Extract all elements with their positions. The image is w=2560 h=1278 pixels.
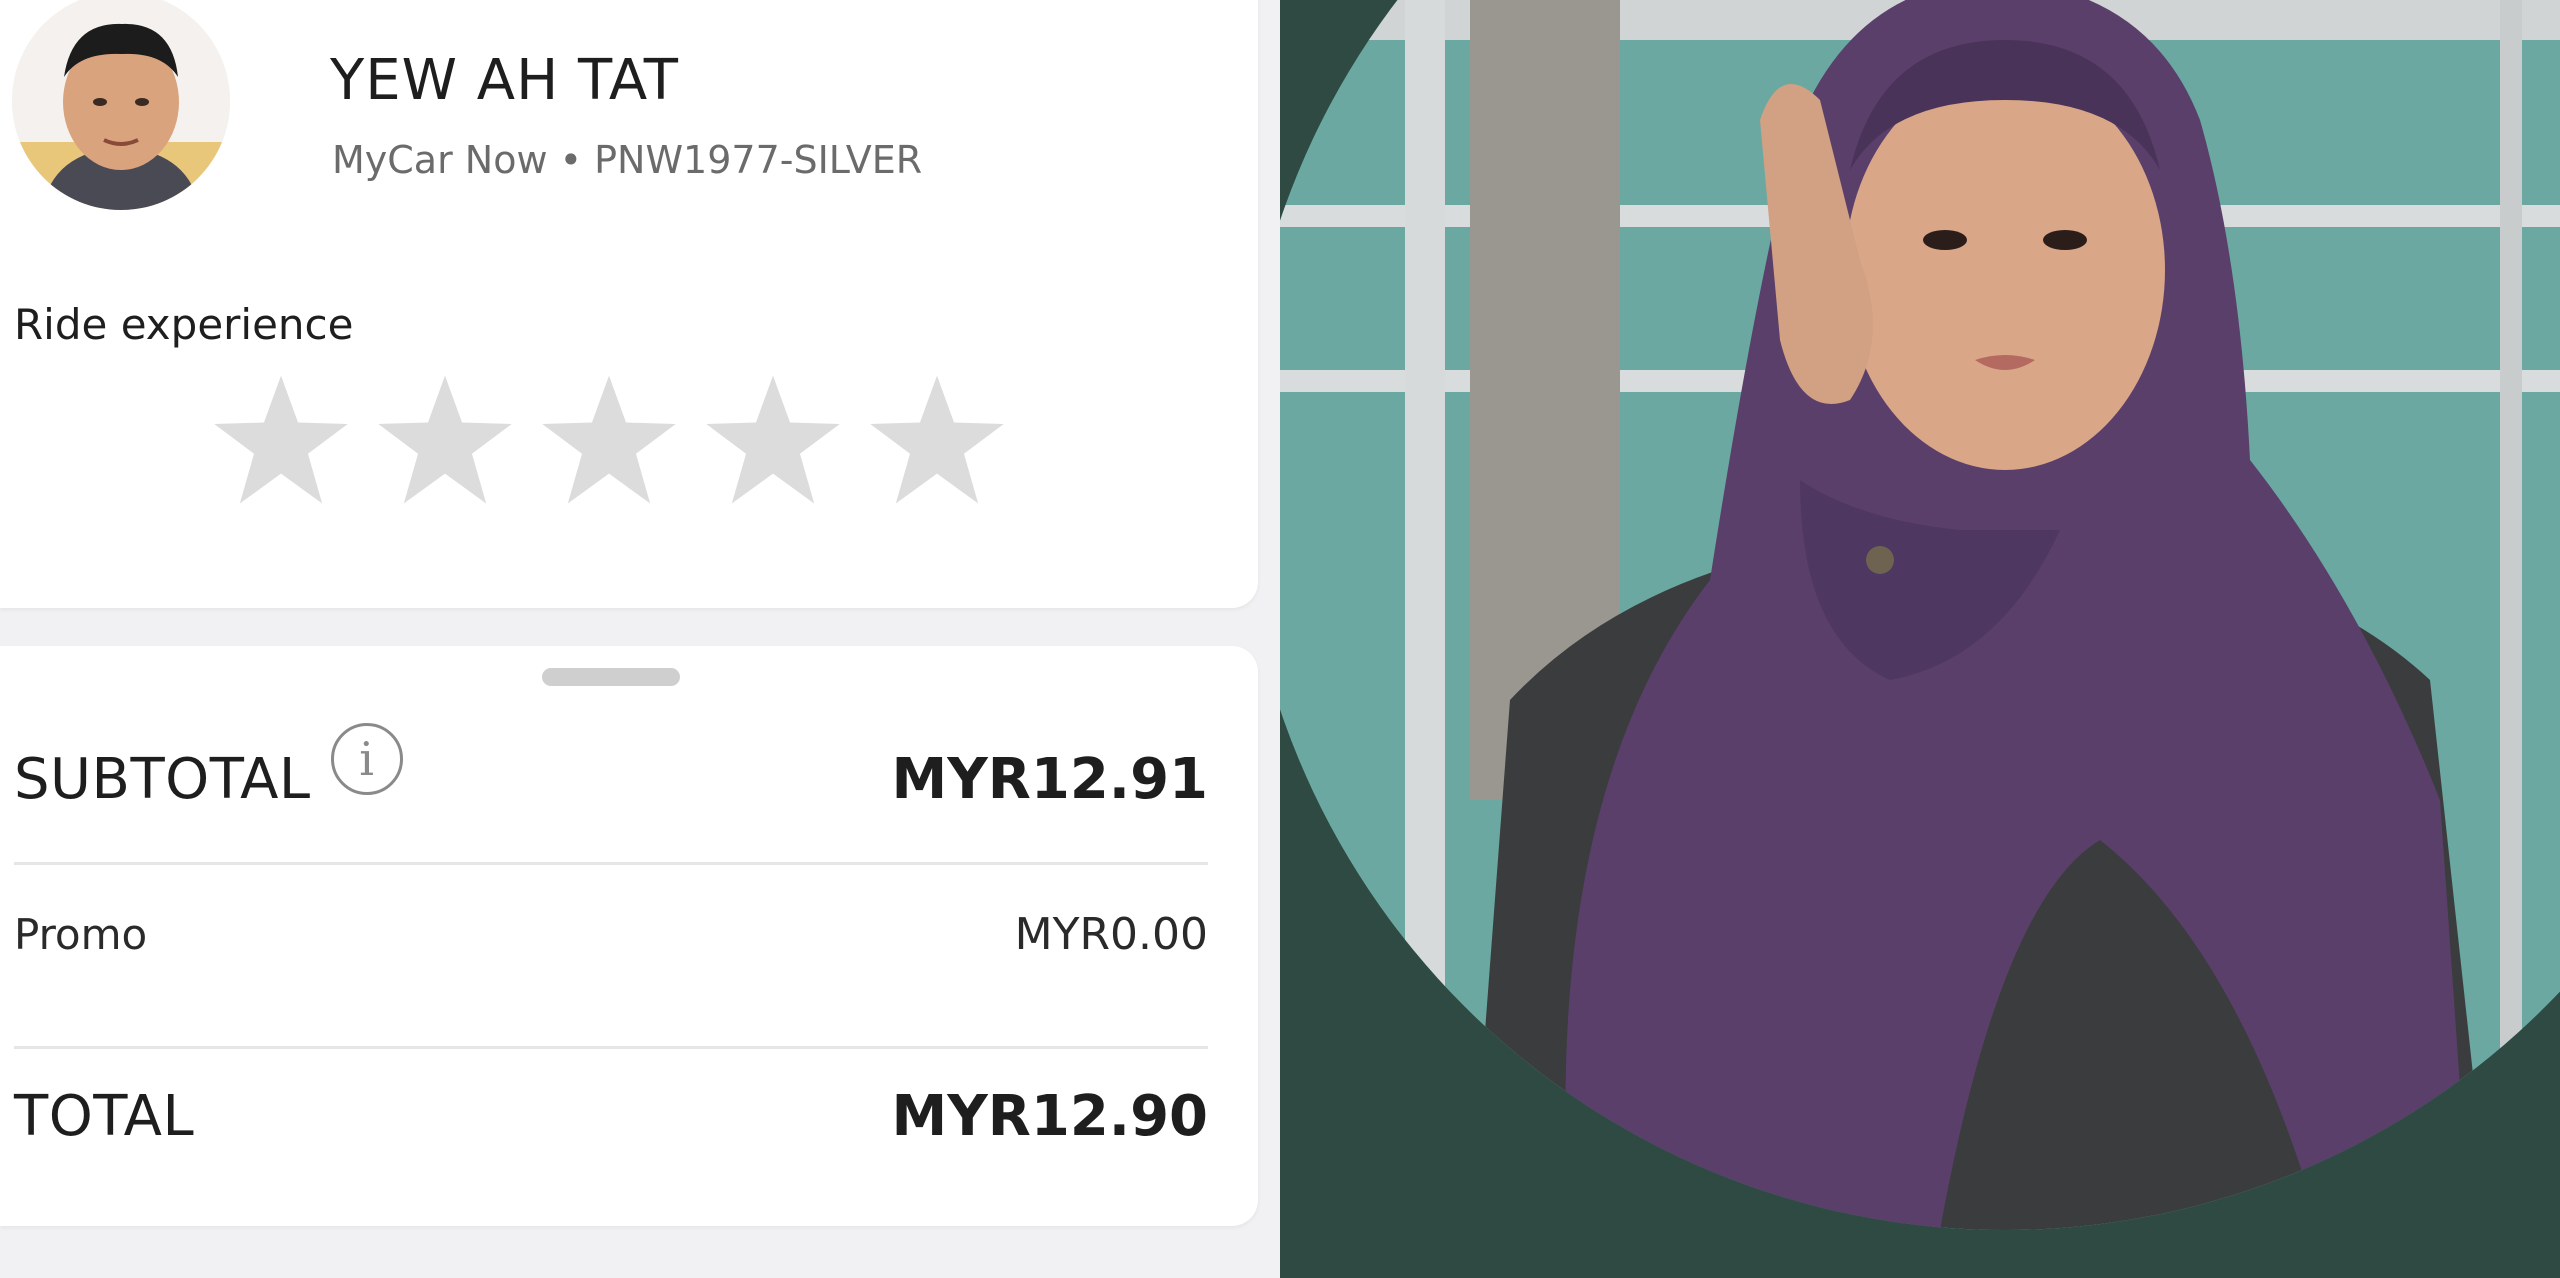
driver-name: YEW AH TAT <box>330 48 680 113</box>
profile-photo-panel <box>1280 0 2560 1278</box>
ride-receipt-screen: YEW AH TAT MyCar Now • PNW1977-SILVER Ri… <box>0 0 1280 1278</box>
star-rating <box>210 370 1010 520</box>
subtotal-row: SUBTOTAL i MYR12.91 <box>14 714 1208 844</box>
star-icon-4[interactable] <box>702 370 844 512</box>
driver-card: YEW AH TAT MyCar Now • PNW1977-SILVER Ri… <box>0 0 1258 608</box>
subtotal-label: SUBTOTAL <box>14 746 311 812</box>
total-value: MYR12.90 <box>891 1083 1208 1149</box>
driver-vehicle-info: MyCar Now • PNW1977-SILVER <box>332 138 923 182</box>
star-icon-3[interactable] <box>538 370 680 512</box>
driver-avatar <box>12 0 230 210</box>
promo-label: Promo <box>14 909 148 959</box>
promo-value: MYR0.00 <box>1014 908 1208 960</box>
star-icon-2[interactable] <box>374 370 516 512</box>
subtotal-value: MYR12.91 <box>891 746 1208 812</box>
info-icon[interactable]: i <box>330 723 403 795</box>
drag-handle[interactable] <box>542 668 680 686</box>
profile-photo <box>1280 0 2560 1230</box>
bottom-strip <box>0 1240 1280 1278</box>
star-icon-1[interactable] <box>210 370 352 512</box>
total-row: TOTAL MYR12.90 <box>14 1046 1208 1186</box>
fare-summary-sheet: SUBTOTAL i MYR12.91 Promo MYR0.00 TOTAL … <box>0 646 1258 1226</box>
ride-experience-label: Ride experience <box>14 300 354 349</box>
promo-row: Promo MYR0.00 <box>14 864 1208 1004</box>
total-label: TOTAL <box>14 1083 195 1149</box>
star-icon-5[interactable] <box>866 370 1008 512</box>
